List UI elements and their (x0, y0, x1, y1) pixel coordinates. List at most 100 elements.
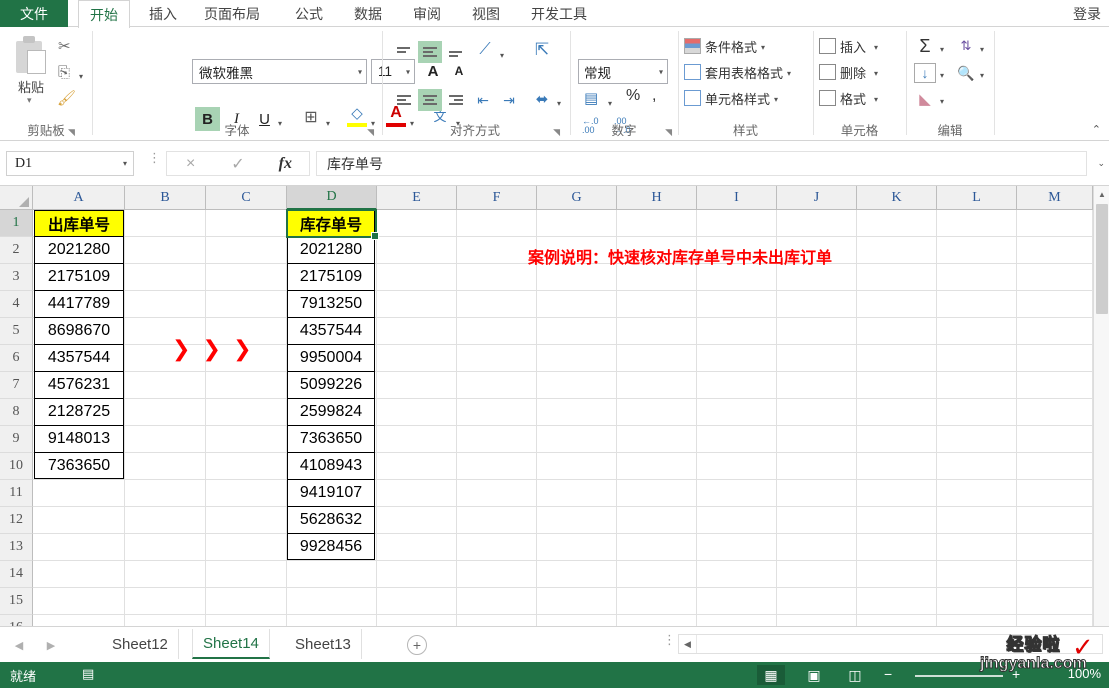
row-header-9[interactable]: 9 (0, 426, 33, 453)
column-header-J[interactable]: J (777, 186, 857, 210)
normal-view-icon[interactable]: ▦ (757, 665, 785, 685)
merge-caret[interactable]: ▾ (557, 99, 561, 108)
cell-A6[interactable]: 4357544 (35, 345, 123, 371)
horizontal-scrollbar[interactable]: ◀ (678, 634, 1103, 654)
find-binoculars-icon[interactable]: 🔍 (954, 63, 978, 83)
row-header-5[interactable]: 5 (0, 318, 33, 345)
record-macro-icon[interactable]: ▤ (82, 666, 94, 682)
cell-D7[interactable]: 5099226 (288, 372, 374, 398)
align-top-icon[interactable] (392, 41, 416, 63)
next-sheet-icon[interactable]: ▶ (42, 637, 60, 653)
scroll-up-icon[interactable]: ▲ (1094, 186, 1109, 202)
fill-down-icon[interactable]: ↓ (914, 63, 936, 83)
clipboard-dialog-launcher[interactable]: ◥ (68, 127, 75, 138)
autosum-caret[interactable]: ▾ (940, 45, 944, 54)
chevron-up-icon[interactable]: ⌃ (1092, 123, 1101, 136)
tab-insert[interactable]: 插入 (140, 0, 186, 27)
clear-eraser-icon[interactable]: ◣ (914, 89, 936, 109)
font-name-input[interactable]: 微软雅黑 ▾ (192, 59, 367, 84)
zoom-out-button[interactable]: − (884, 666, 892, 682)
cell-A5[interactable]: 8698670 (35, 318, 123, 344)
confirm-entry-icon[interactable]: ✓ (214, 154, 261, 174)
paste-icon[interactable] (14, 35, 48, 75)
cancel-entry-icon[interactable]: × (167, 155, 214, 173)
tab-page-layout[interactable]: 页面布局 (195, 0, 269, 27)
number-format-select[interactable]: 常规 ▾ (578, 59, 668, 84)
wrap-text-icon[interactable]: ⇱ (530, 37, 554, 63)
sheet-tab-sheet12[interactable]: Sheet12 (102, 629, 179, 659)
row-header-8[interactable]: 8 (0, 399, 33, 426)
row-header-7[interactable]: 7 (0, 372, 33, 399)
formula-input[interactable]: 库存单号 (316, 151, 1087, 176)
row-header-16[interactable]: 16 (0, 615, 33, 626)
name-box-caret[interactable]: ▾ (123, 159, 127, 168)
paste-dropdown-caret[interactable]: ▾ (27, 95, 32, 106)
sheet-tab-sheet14[interactable]: Sheet14 (192, 629, 270, 659)
autosum-sigma-icon[interactable]: Σ (914, 35, 936, 57)
merge-cells-icon[interactable]: ⬌ (530, 87, 554, 111)
cell-D8[interactable]: 2599824 (288, 399, 374, 425)
row-header-14[interactable]: 14 (0, 561, 33, 588)
delete-cells-caret[interactable]: ▾ (874, 69, 878, 78)
cell-D11[interactable]: 9419107 (288, 480, 374, 506)
cell-A1[interactable]: 出库单号 (35, 211, 123, 236)
find-caret[interactable]: ▾ (980, 71, 984, 80)
copy-icon[interactable]: ⎘ (58, 64, 70, 81)
scissors-icon[interactable]: ✂ (58, 37, 71, 55)
align-middle-icon[interactable] (418, 41, 442, 63)
align-right-icon[interactable] (444, 89, 468, 111)
sort-az-icon[interactable]: ⇅ (954, 35, 978, 57)
vertical-scroll-thumb[interactable] (1096, 204, 1108, 314)
cell-D6[interactable]: 9950004 (288, 345, 374, 371)
row-header-6[interactable]: 6 (0, 345, 33, 372)
copy-dropdown-caret[interactable]: ▾ (79, 72, 83, 81)
zoom-slider[interactable] (915, 675, 1003, 677)
tab-file[interactable]: 文件 (0, 0, 68, 27)
format-cells-caret[interactable]: ▾ (874, 95, 878, 104)
cell-A10[interactable]: 7363650 (35, 453, 123, 479)
align-center-icon[interactable] (418, 89, 442, 111)
clear-caret[interactable]: ▾ (940, 97, 944, 106)
cell-A8[interactable]: 2128725 (35, 399, 123, 425)
row-header-12[interactable]: 12 (0, 507, 33, 534)
prev-sheet-icon[interactable]: ◀ (10, 637, 28, 653)
add-sheet-button[interactable]: + (407, 635, 427, 655)
text-orientation-icon[interactable]: ⟋ (474, 39, 496, 61)
percent-style-icon[interactable]: % (626, 87, 640, 105)
comma-style-icon[interactable]: , (652, 87, 656, 105)
cell-D12[interactable]: 5628632 (288, 507, 374, 533)
insert-function-icon[interactable]: fx (262, 155, 309, 173)
cell-D10[interactable]: 4108943 (288, 453, 374, 479)
tab-data[interactable]: 数据 (345, 0, 391, 27)
sign-in-link[interactable]: 登录 (1073, 0, 1101, 27)
cell-D13[interactable]: 9928456 (288, 534, 374, 560)
cell-styles-button[interactable]: 单元格样式 ▾ (684, 86, 778, 110)
cell-A3[interactable]: 2175109 (35, 264, 123, 290)
cell-D5[interactable]: 4357544 (288, 318, 374, 344)
column-header-M[interactable]: M (1017, 186, 1093, 210)
cell-A2[interactable]: 2021280 (35, 237, 123, 263)
accounting-caret[interactable]: ▾ (608, 99, 612, 108)
tab-view[interactable]: 视图 (463, 0, 509, 27)
cell-styles-caret[interactable]: ▾ (774, 95, 778, 104)
cell-A4[interactable]: 4417789 (35, 291, 123, 317)
orientation-caret[interactable]: ▾ (500, 51, 504, 60)
page-layout-view-icon[interactable]: ▣ (800, 665, 828, 685)
select-all-corner[interactable] (0, 186, 33, 210)
column-header-H[interactable]: H (617, 186, 697, 210)
delete-cells-button[interactable]: 删除 ▾ (819, 60, 878, 84)
row-header-13[interactable]: 13 (0, 534, 33, 561)
format-cells-button[interactable]: 格式 ▾ (819, 86, 878, 110)
zoom-in-button[interactable]: + (1012, 666, 1020, 682)
format-as-table-caret[interactable]: ▾ (787, 69, 791, 78)
decrease-indent-icon[interactable]: ⇤ (472, 89, 494, 111)
format-as-table-button[interactable]: 套用表格格式 ▾ (684, 60, 791, 84)
conditional-formatting-caret[interactable]: ▾ (761, 43, 765, 52)
tab-formulas[interactable]: 公式 (286, 0, 332, 27)
alignment-dialog-launcher[interactable]: ◥ (553, 127, 560, 138)
column-header-C[interactable]: C (206, 186, 287, 210)
tab-review[interactable]: 审阅 (404, 0, 450, 27)
font-dialog-launcher[interactable]: ◥ (367, 127, 374, 138)
font-name-caret[interactable]: ▾ (358, 67, 362, 76)
vertical-scrollbar[interactable]: ▲ (1093, 186, 1109, 626)
